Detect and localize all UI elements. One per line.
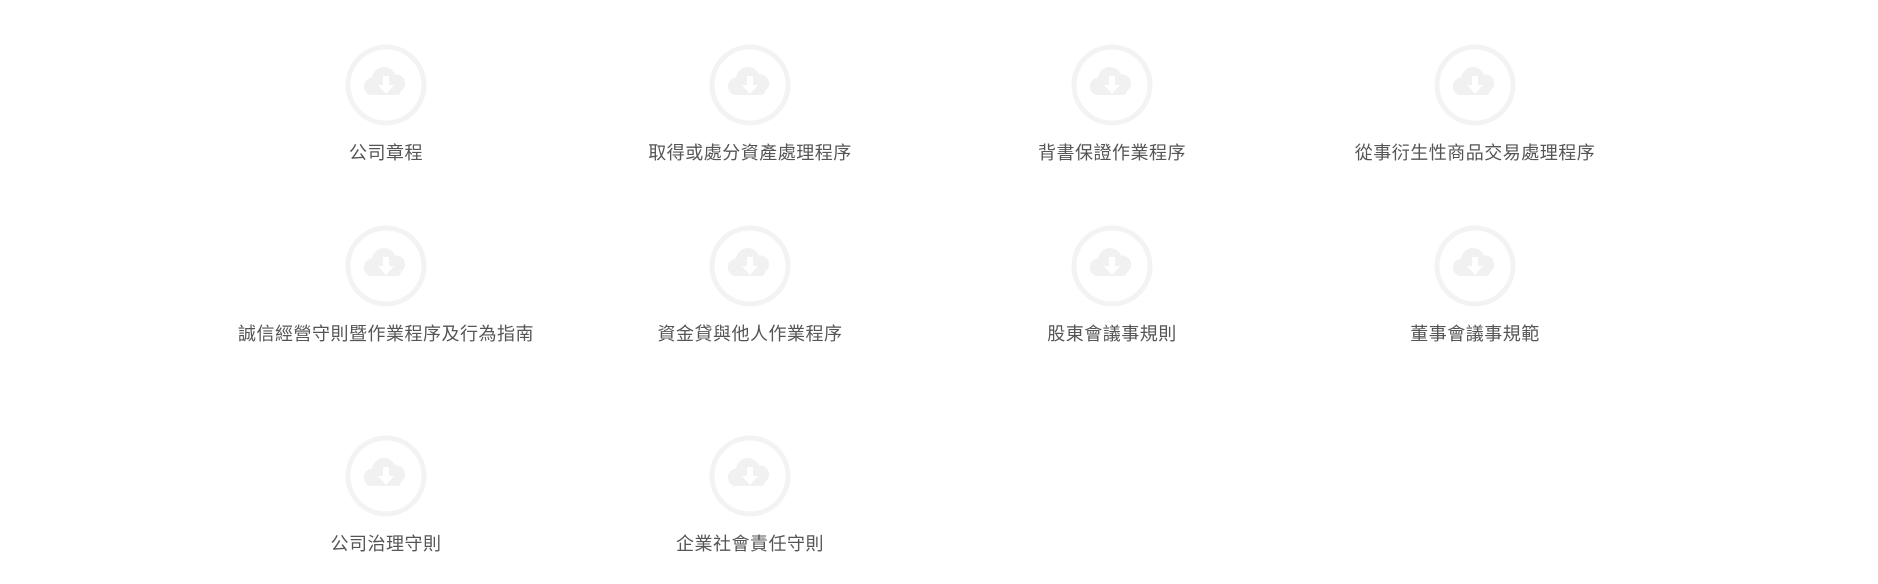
document-label: 背書保證作業程序 — [1038, 143, 1186, 164]
document-item-derivatives-trading[interactable]: 從事衍生性商品交易處理程序 — [1325, 43, 1625, 168]
document-item-csr-principles[interactable]: 企業社會責任守則 — [600, 434, 900, 559]
cloud-download-icon[interactable] — [344, 43, 428, 127]
cloud-download-icon[interactable] — [1070, 224, 1154, 308]
cloud-download-icon[interactable] — [708, 43, 792, 127]
cloud-download-icon[interactable] — [708, 224, 792, 308]
document-item-endorsement-guarantee[interactable]: 背書保證作業程序 — [962, 43, 1262, 168]
document-label: 公司章程 — [349, 143, 423, 164]
document-label: 誠信經營守則暨作業程序及行為指南 — [238, 324, 534, 345]
document-label: 資金貸與他人作業程序 — [657, 324, 843, 345]
cloud-download-icon[interactable] — [344, 224, 428, 308]
document-label: 從事衍生性商品交易處理程序 — [1354, 143, 1596, 164]
document-label: 股東會議事規則 — [1047, 324, 1177, 345]
cloud-download-icon[interactable] — [344, 434, 428, 518]
document-label: 公司治理守則 — [330, 534, 442, 555]
document-label: 取得或處分資產處理程序 — [648, 143, 852, 164]
document-item-corporate-governance[interactable]: 公司治理守則 — [236, 434, 536, 559]
cloud-download-icon[interactable] — [1070, 43, 1154, 127]
cloud-download-icon[interactable] — [708, 434, 792, 518]
document-item-shareholders-meeting-rules[interactable]: 股東會議事規則 — [962, 224, 1262, 349]
document-label: 企業社會責任守則 — [676, 534, 824, 555]
document-item-asset-acquisition[interactable]: 取得或處分資產處理程序 — [600, 43, 900, 168]
cloud-download-icon[interactable] — [1433, 43, 1517, 127]
cloud-download-icon[interactable] — [1433, 224, 1517, 308]
document-label: 董事會議事規範 — [1410, 324, 1540, 345]
document-item-ethical-management[interactable]: 誠信經營守則暨作業程序及行為指南 — [236, 224, 536, 349]
document-item-company-charter[interactable]: 公司章程 — [236, 43, 536, 168]
document-item-board-meeting-rules[interactable]: 董事會議事規範 — [1325, 224, 1625, 349]
document-download-grid: 公司章程 取得或處分資產處理程序 背書保證作業程序 從事衍生性商品交易處理程序 … — [0, 0, 1878, 584]
document-item-fund-lending[interactable]: 資金貸與他人作業程序 — [600, 224, 900, 349]
